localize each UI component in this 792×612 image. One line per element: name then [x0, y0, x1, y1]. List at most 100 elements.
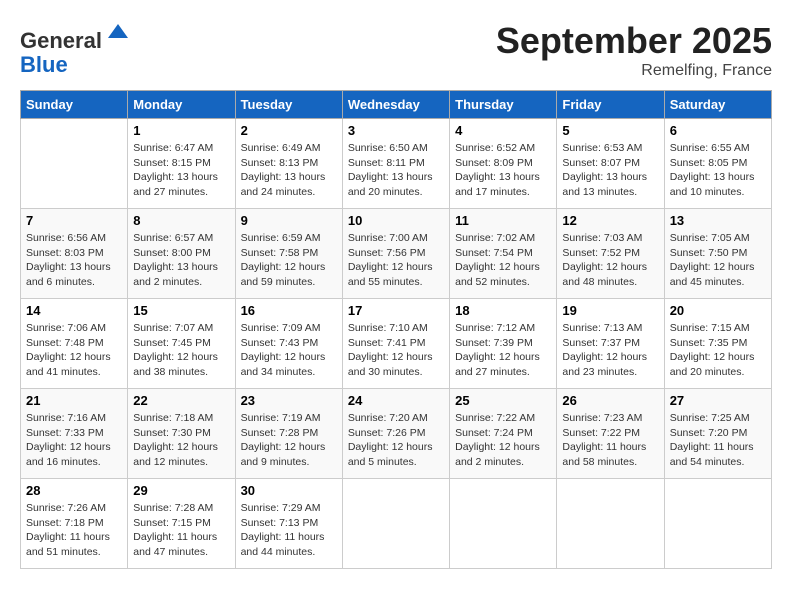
location: Remelfing, France	[496, 62, 772, 80]
logo: General Blue	[20, 20, 132, 77]
calendar-day-cell: 7 Sunrise: 6:56 AMSunset: 8:03 PMDaylight…	[21, 209, 128, 299]
day-info: Sunrise: 7:00 AMSunset: 7:56 PMDaylight:…	[348, 231, 444, 290]
day-info: Sunrise: 7:02 AMSunset: 7:54 PMDaylight:…	[455, 231, 551, 290]
calendar-day-cell: 1 Sunrise: 6:47 AMSunset: 8:15 PMDaylight…	[128, 119, 235, 209]
day-info: Sunrise: 6:53 AMSunset: 8:07 PMDaylight:…	[562, 141, 658, 200]
day-info: Sunrise: 7:23 AMSunset: 7:22 PMDaylight:…	[562, 411, 658, 470]
day-number: 20	[670, 303, 766, 318]
day-number: 13	[670, 213, 766, 228]
logo-blue-text: Blue	[20, 52, 68, 77]
day-number: 26	[562, 393, 658, 408]
calendar-week-row: 1 Sunrise: 6:47 AMSunset: 8:15 PMDaylight…	[21, 119, 772, 209]
day-number: 16	[241, 303, 337, 318]
calendar-day-cell: 3 Sunrise: 6:50 AMSunset: 8:11 PMDaylight…	[342, 119, 449, 209]
calendar-day-cell: 5 Sunrise: 6:53 AMSunset: 8:07 PMDaylight…	[557, 119, 664, 209]
day-info: Sunrise: 7:07 AMSunset: 7:45 PMDaylight:…	[133, 321, 229, 380]
day-info: Sunrise: 6:52 AMSunset: 8:09 PMDaylight:…	[455, 141, 551, 200]
calendar-day-header: Tuesday	[235, 91, 342, 119]
day-number: 21	[26, 393, 122, 408]
calendar-day-cell	[664, 479, 771, 569]
day-number: 2	[241, 123, 337, 138]
calendar-day-cell: 23 Sunrise: 7:19 AMSunset: 7:28 PMDayligh…	[235, 389, 342, 479]
calendar-day-cell: 22Sunrise: 7:18 AMSunset: 7:30 PMDayligh…	[128, 389, 235, 479]
day-info: Sunrise: 7:05 AMSunset: 7:50 PMDaylight:…	[670, 231, 766, 290]
day-info: Sunrise: 7:26 AMSunset: 7:18 PMDaylight:…	[26, 501, 122, 560]
day-number: 7	[26, 213, 122, 228]
day-info: Sunrise: 7:22 AMSunset: 7:24 PMDaylight:…	[455, 411, 551, 470]
calendar-day-cell: 21 Sunrise: 7:16 AMSunset: 7:33 PMDayligh…	[21, 389, 128, 479]
calendar-day-cell: 25 Sunrise: 7:22 AMSunset: 7:24 PMDayligh…	[450, 389, 557, 479]
day-number: 10	[348, 213, 444, 228]
day-info: Sunrise: 6:59 AMSunset: 7:58 PMDaylight:…	[241, 231, 337, 290]
day-number: 15	[133, 303, 229, 318]
calendar-day-cell: 19Sunrise: 7:13 AMSunset: 7:37 PMDayligh…	[557, 299, 664, 389]
day-number: 17	[348, 303, 444, 318]
calendar-week-row: 7 Sunrise: 6:56 AMSunset: 8:03 PMDaylight…	[21, 209, 772, 299]
day-info: Sunrise: 7:20 AMSunset: 7:26 PMDaylight:…	[348, 411, 444, 470]
day-number: 29	[133, 483, 229, 498]
calendar-day-cell: 29 Sunrise: 7:28 AMSunset: 7:15 PMDayligh…	[128, 479, 235, 569]
calendar-day-cell: 6Sunrise: 6:55 AMSunset: 8:05 PMDaylight…	[664, 119, 771, 209]
day-number: 9	[241, 213, 337, 228]
day-number: 5	[562, 123, 658, 138]
day-number: 14	[26, 303, 122, 318]
day-number: 27	[670, 393, 766, 408]
day-number: 24	[348, 393, 444, 408]
day-info: Sunrise: 7:15 AMSunset: 7:35 PMDaylight:…	[670, 321, 766, 380]
calendar-day-cell: 12 Sunrise: 7:03 AMSunset: 7:52 PMDayligh…	[557, 209, 664, 299]
day-info: Sunrise: 7:28 AMSunset: 7:15 PMDaylight:…	[133, 501, 229, 560]
day-number: 4	[455, 123, 551, 138]
day-number: 8	[133, 213, 229, 228]
day-number: 23	[241, 393, 337, 408]
calendar-day-cell: 30Sunrise: 7:29 AMSunset: 7:13 PMDayligh…	[235, 479, 342, 569]
calendar-week-row: 21 Sunrise: 7:16 AMSunset: 7:33 PMDayligh…	[21, 389, 772, 479]
calendar-day-cell: 24 Sunrise: 7:20 AMSunset: 7:26 PMDayligh…	[342, 389, 449, 479]
calendar-day-cell: 27 Sunrise: 7:25 AMSunset: 7:20 PMDayligh…	[664, 389, 771, 479]
calendar-day-cell: 11 Sunrise: 7:02 AMSunset: 7:54 PMDayligh…	[450, 209, 557, 299]
day-info: Sunrise: 7:19 AMSunset: 7:28 PMDaylight:…	[241, 411, 337, 470]
day-info: Sunrise: 7:03 AMSunset: 7:52 PMDaylight:…	[562, 231, 658, 290]
day-info: Sunrise: 7:06 AMSunset: 7:48 PMDaylight:…	[26, 321, 122, 380]
calendar-day-cell: 4 Sunrise: 6:52 AMSunset: 8:09 PMDaylight…	[450, 119, 557, 209]
day-info: Sunrise: 6:56 AMSunset: 8:03 PMDaylight:…	[26, 231, 122, 290]
calendar-day-cell	[342, 479, 449, 569]
day-info: Sunrise: 6:50 AMSunset: 8:11 PMDaylight:…	[348, 141, 444, 200]
day-number: 11	[455, 213, 551, 228]
day-info: Sunrise: 7:12 AMSunset: 7:39 PMDaylight:…	[455, 321, 551, 380]
day-info: Sunrise: 7:16 AMSunset: 7:33 PMDaylight:…	[26, 411, 122, 470]
day-info: Sunrise: 7:25 AMSunset: 7:20 PMDaylight:…	[670, 411, 766, 470]
calendar-table: SundayMondayTuesdayWednesdayThursdayFrid…	[20, 90, 772, 569]
day-info: Sunrise: 7:29 AMSunset: 7:13 PMDaylight:…	[241, 501, 337, 560]
day-info: Sunrise: 7:10 AMSunset: 7:41 PMDaylight:…	[348, 321, 444, 380]
title-block: September 2025 Remelfing, France	[496, 20, 772, 80]
day-number: 12	[562, 213, 658, 228]
logo-icon	[104, 20, 132, 48]
day-info: Sunrise: 6:47 AMSunset: 8:15 PMDaylight:…	[133, 141, 229, 200]
calendar-day-header: Thursday	[450, 91, 557, 119]
calendar-day-cell: 14 Sunrise: 7:06 AMSunset: 7:48 PMDayligh…	[21, 299, 128, 389]
day-number: 3	[348, 123, 444, 138]
calendar-day-header: Saturday	[664, 91, 771, 119]
day-number: 6	[670, 123, 766, 138]
calendar-day-cell: 28 Sunrise: 7:26 AMSunset: 7:18 PMDayligh…	[21, 479, 128, 569]
calendar-day-cell: 26 Sunrise: 7:23 AMSunset: 7:22 PMDayligh…	[557, 389, 664, 479]
calendar-day-cell: 10 Sunrise: 7:00 AMSunset: 7:56 PMDayligh…	[342, 209, 449, 299]
day-number: 19	[562, 303, 658, 318]
day-number: 22	[133, 393, 229, 408]
calendar-week-row: 14 Sunrise: 7:06 AMSunset: 7:48 PMDayligh…	[21, 299, 772, 389]
calendar-day-header: Wednesday	[342, 91, 449, 119]
calendar-day-header: Monday	[128, 91, 235, 119]
day-info: Sunrise: 7:09 AMSunset: 7:43 PMDaylight:…	[241, 321, 337, 380]
day-number: 25	[455, 393, 551, 408]
day-number: 1	[133, 123, 229, 138]
calendar-day-cell: 13 Sunrise: 7:05 AMSunset: 7:50 PMDayligh…	[664, 209, 771, 299]
page-header: General Blue September 2025 Remelfing, F…	[20, 20, 772, 80]
calendar-day-cell: 15 Sunrise: 7:07 AMSunset: 7:45 PMDayligh…	[128, 299, 235, 389]
calendar-day-cell: 17 Sunrise: 7:10 AMSunset: 7:41 PMDayligh…	[342, 299, 449, 389]
calendar-day-cell	[557, 479, 664, 569]
calendar-day-cell: 20 Sunrise: 7:15 AMSunset: 7:35 PMDayligh…	[664, 299, 771, 389]
day-info: Sunrise: 6:49 AMSunset: 8:13 PMDaylight:…	[241, 141, 337, 200]
calendar-header-row: SundayMondayTuesdayWednesdayThursdayFrid…	[21, 91, 772, 119]
day-number: 28	[26, 483, 122, 498]
day-number: 18	[455, 303, 551, 318]
